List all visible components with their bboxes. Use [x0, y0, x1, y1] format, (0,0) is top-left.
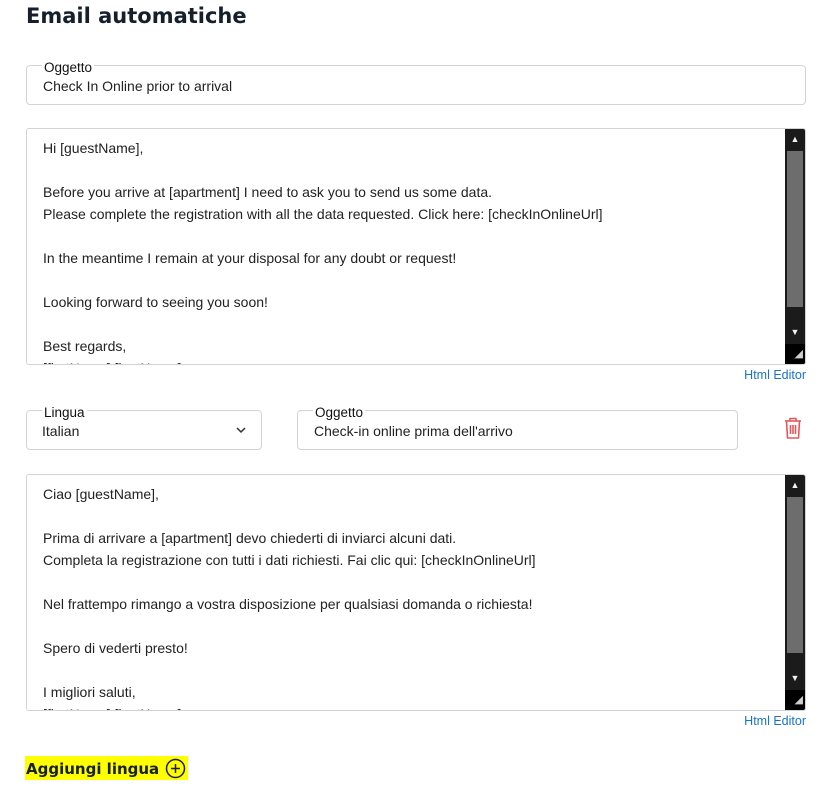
language-label: Lingua [42, 405, 87, 420]
language-value: Italian [42, 423, 80, 439]
html-editor-link[interactable]: Html Editor [744, 368, 806, 382]
translated-body-scrollbar[interactable]: ▲ ▼ [785, 475, 805, 710]
translated-subject-label: Oggetto [313, 405, 366, 420]
translated-subject-value[interactable]: Check-in online prima dell'arrivo [314, 422, 513, 440]
scroll-down-arrow-icon[interactable]: ▼ [785, 322, 805, 342]
translated-body-textarea[interactable]: Ciao [guestName], Prima di arrivare a [a… [26, 474, 806, 711]
translated-subject-field[interactable]: Oggetto Check-in online prima dell'arriv… [297, 406, 738, 450]
subject-field[interactable]: Oggetto Check In Online prior to arrival [26, 61, 806, 105]
chevron-down-icon [236, 427, 246, 434]
plus-circle-icon [165, 758, 186, 779]
resize-handle-icon[interactable]: ◢ [785, 344, 805, 364]
add-language-button[interactable]: Aggiungi lingua [25, 756, 189, 780]
scroll-down-arrow-icon[interactable]: ▼ [785, 668, 805, 688]
scroll-up-arrow-icon[interactable]: ▲ [785, 475, 805, 495]
subject-value[interactable]: Check In Online prior to arrival [43, 77, 232, 95]
trash-icon[interactable] [782, 416, 804, 440]
html-editor-link-translation[interactable]: Html Editor [744, 714, 806, 728]
resize-handle-icon[interactable]: ◢ [785, 690, 805, 710]
add-language-label: Aggiungi lingua [26, 759, 160, 778]
scrollbar-thumb[interactable] [787, 151, 803, 307]
email-body-scrollbar[interactable]: ▲ ▼ [785, 129, 805, 364]
page-title: Email automatiche [26, 4, 247, 28]
email-body-text[interactable]: Hi [guestName], Before you arrive at [ap… [43, 137, 781, 364]
scroll-up-arrow-icon[interactable]: ▲ [785, 129, 805, 149]
subject-label: Oggetto [42, 60, 95, 75]
scrollbar-thumb[interactable] [787, 497, 803, 653]
translated-body-text[interactable]: Ciao [guestName], Prima di arrivare a [a… [43, 483, 781, 710]
language-select[interactable]: Lingua Italian [26, 406, 262, 450]
email-body-textarea[interactable]: Hi [guestName], Before you arrive at [ap… [26, 128, 806, 365]
